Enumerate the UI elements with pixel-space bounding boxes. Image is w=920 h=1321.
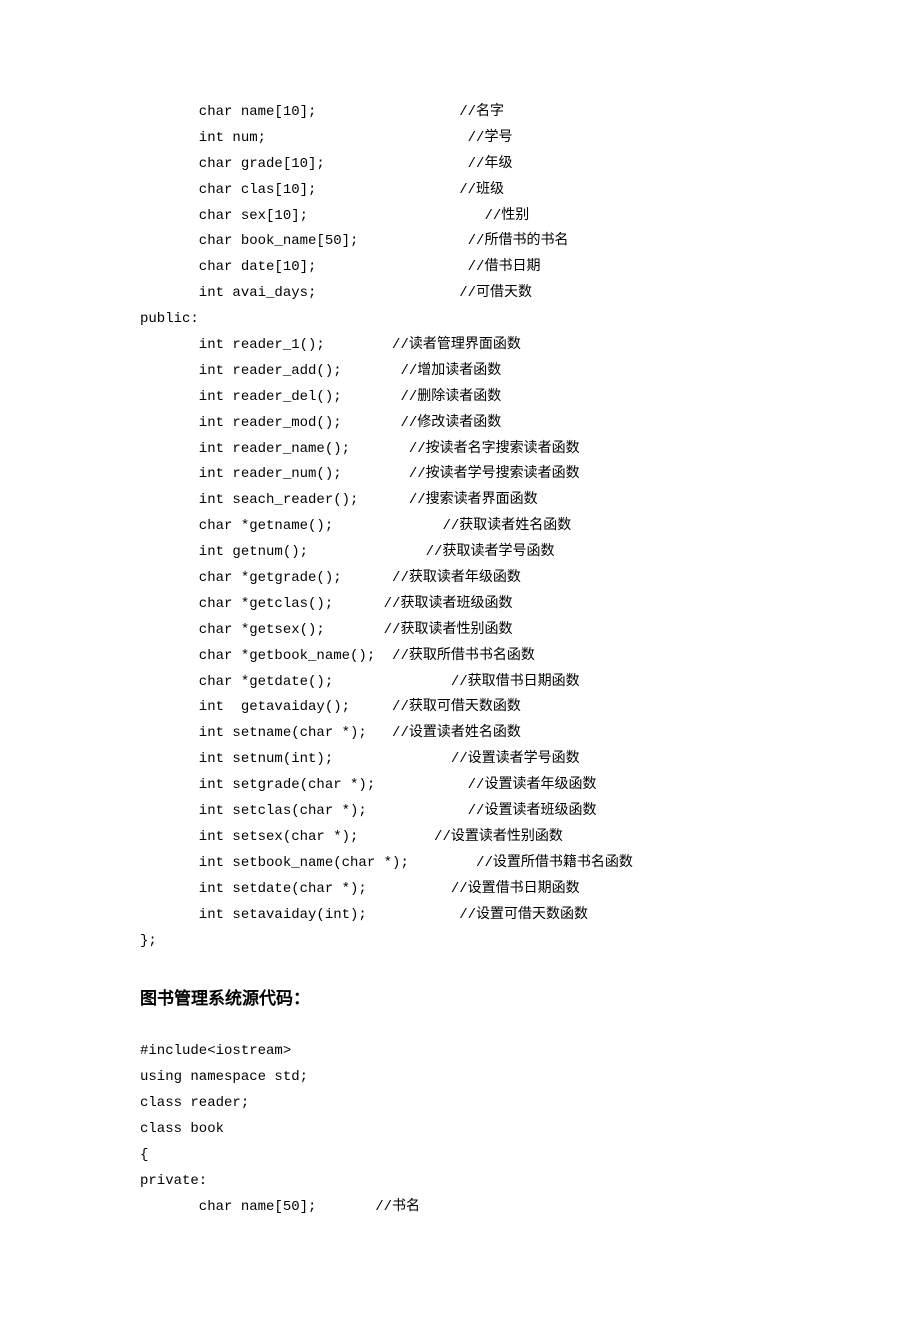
section-heading: 图书管理系统源代码： xyxy=(140,984,780,1009)
code-block-top: char name[10]; //名字 int num; //学号 char g… xyxy=(140,100,780,954)
code-block-bottom: #include<iostream> using namespace std; … xyxy=(140,1039,780,1220)
